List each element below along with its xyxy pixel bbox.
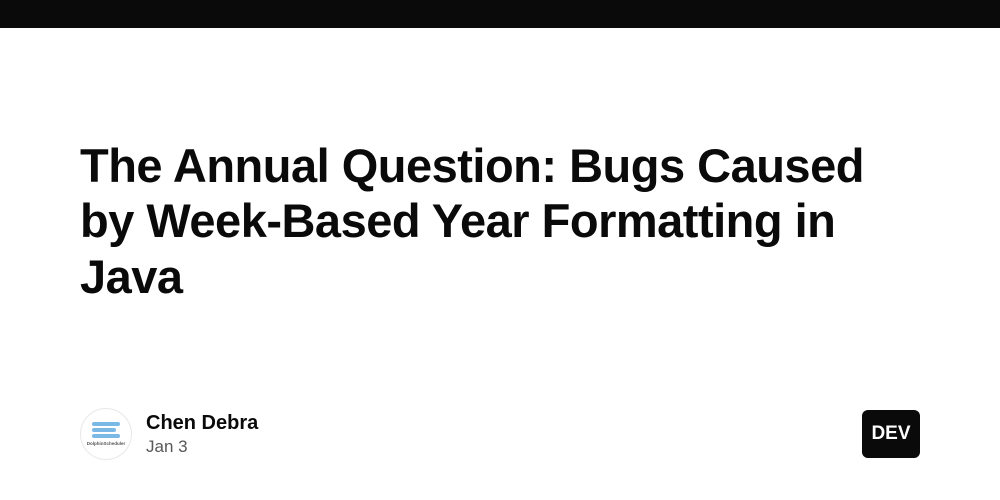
top-bar — [0, 0, 1000, 28]
avatar-icon — [92, 422, 120, 440]
content-area: The Annual Question: Bugs Caused by Week… — [0, 28, 1000, 500]
author-avatar[interactable]: DolphinScheduler — [80, 408, 132, 460]
footer: DolphinScheduler Chen Debra Jan 3 DEV — [80, 408, 920, 500]
author-block[interactable]: DolphinScheduler Chen Debra Jan 3 — [80, 408, 258, 460]
dev-badge-text: DEV — [871, 423, 910, 445]
article-title: The Annual Question: Bugs Caused by Week… — [80, 138, 920, 304]
avatar-label: DolphinScheduler — [87, 441, 126, 446]
publish-date: Jan 3 — [146, 437, 258, 457]
dev-badge[interactable]: DEV — [862, 410, 920, 458]
author-name[interactable]: Chen Debra — [146, 412, 258, 435]
author-meta: Chen Debra Jan 3 — [146, 412, 258, 457]
